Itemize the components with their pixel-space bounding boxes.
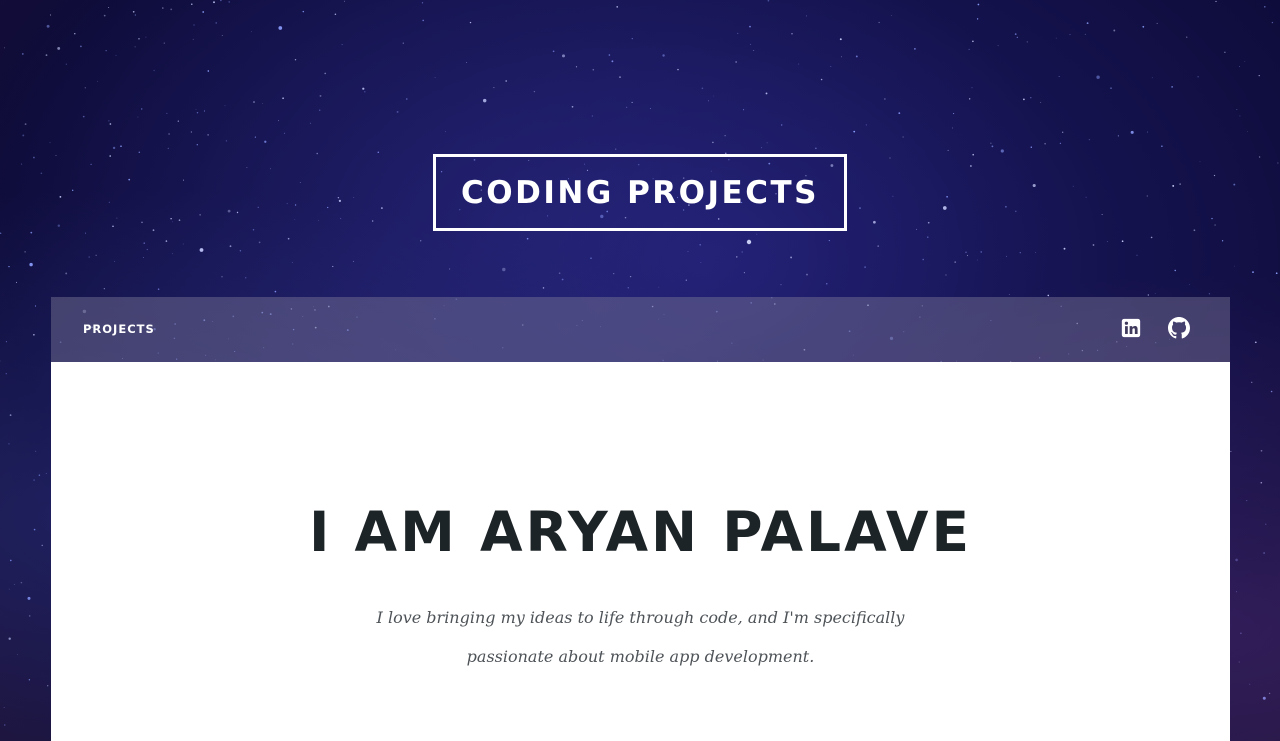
github-icon xyxy=(1168,317,1190,339)
hero-intro-text: I love bringing my ideas to life through… xyxy=(376,608,905,666)
linkedin-icon xyxy=(1121,318,1141,338)
site-title-link[interactable]: CODING PROJECTS xyxy=(433,154,847,231)
linkedin-link[interactable] xyxy=(1120,317,1142,339)
nav-link-projects[interactable]: PROJECTS xyxy=(83,322,155,336)
main-content-panel: I AM ARYAN PALAVE I love bringing my ide… xyxy=(51,362,1230,741)
navigation-bar: PROJECTS xyxy=(51,297,1230,362)
github-link[interactable] xyxy=(1168,317,1190,339)
hero-heading: I AM ARYAN PALAVE xyxy=(308,500,973,564)
